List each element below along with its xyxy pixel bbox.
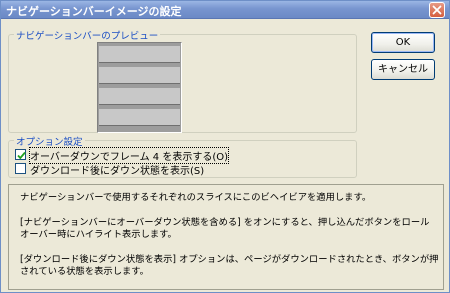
description-text: [ダウンロード後にダウン状態を表示] オプションは、ページがダウンロードされたと… (20, 254, 439, 265)
description-text: オーバー時にハイライト表示します。 (20, 229, 177, 240)
preview-group-label: ナビゲーションバーのプレビュー (14, 28, 161, 42)
close-button[interactable] (429, 2, 445, 18)
options-group-label: オプション設定 (14, 134, 85, 148)
preview-slice (99, 67, 180, 84)
description-text: [ナビゲーションバーにオーバーダウン状態を含める] をオンにすると、押し込んだボ… (20, 217, 430, 228)
preview-group: ナビゲーションバーのプレビュー (8, 28, 357, 133)
title-bar[interactable]: ナビゲーションバーイメージの設定 (1, 1, 449, 19)
window-title: ナビゲーションバーイメージの設定 (6, 5, 182, 18)
preview-slice (99, 109, 180, 126)
frame4-checkbox[interactable] (15, 149, 26, 160)
dialog-window: ナビゲーションバーイメージの設定 ナビゲーションバーのプレビュー OK キャンセ… (0, 0, 450, 293)
checkmark-icon (17, 151, 26, 160)
close-icon (432, 5, 442, 15)
description-box: ナビゲーションバーで使用するそれぞれのスライスにこのビヘイビアを適用します。 [… (8, 184, 444, 290)
download-state-label[interactable]: ダウンロード後にダウン状態を表示(S) (30, 162, 204, 177)
description-text: ナビゲーションバーで使用するそれぞれのスライスにこのビヘイビアを適用します。 (20, 192, 372, 203)
preview-slice (99, 88, 180, 105)
preview-slice (99, 46, 180, 63)
description-text: されている状態を表示します。 (20, 266, 149, 277)
frame4-label[interactable]: オーバーダウンでフレーム 4 を表示する(O) (29, 147, 229, 164)
download-state-checkbox[interactable] (15, 163, 26, 174)
cancel-button[interactable]: キャンセル (371, 59, 435, 80)
ok-button[interactable]: OK (371, 32, 435, 53)
navbar-preview (97, 42, 182, 133)
